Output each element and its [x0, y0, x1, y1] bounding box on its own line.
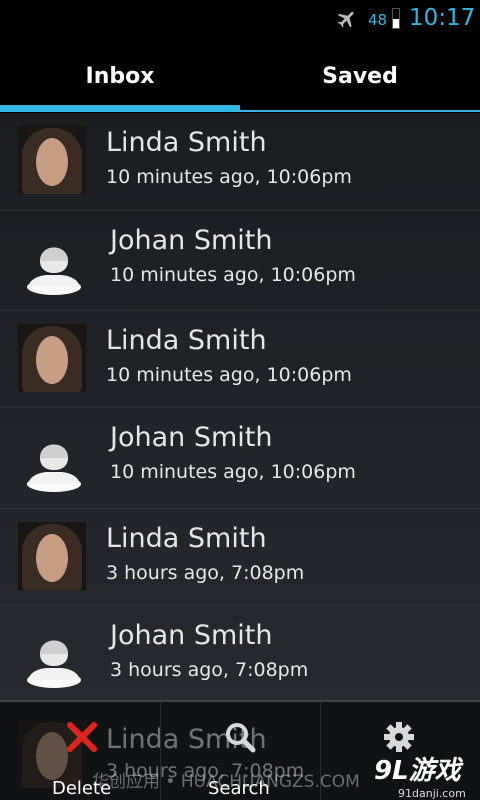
- tab-saved[interactable]: Saved: [240, 38, 480, 113]
- tab-inbox[interactable]: Inbox: [0, 38, 240, 113]
- watermark-brand-url: 91danji.com: [398, 787, 466, 800]
- list-item[interactable]: Johan Smith 10 minutes ago, 10:06pm: [0, 408, 480, 509]
- message-time: 3 hours ago, 7:08pm: [106, 562, 305, 584]
- status-bar: 48 10:17: [0, 0, 480, 38]
- contact-photo: [18, 522, 86, 590]
- default-contact-icon: [27, 444, 81, 492]
- message-time: 10 minutes ago, 10:06pm: [110, 264, 356, 286]
- default-contact-icon: [27, 247, 81, 295]
- message-time: 3 hours ago, 7:08pm: [110, 659, 309, 681]
- battery-level: 48: [368, 11, 388, 29]
- contact-name: Johan Smith: [110, 225, 273, 256]
- list-item[interactable]: Linda Smith 10 minutes ago, 10:06pm: [0, 311, 480, 408]
- contact-photo: [18, 126, 86, 194]
- list-item[interactable]: Johan Smith 3 hours ago, 7:08pm: [0, 606, 480, 700]
- message-list[interactable]: Linda Smith 10 minutes ago, 10:06pm Joha…: [0, 113, 480, 700]
- contact-photo: [18, 324, 86, 392]
- message-time: 10 minutes ago, 10:06pm: [106, 364, 352, 386]
- contact-name: Johan Smith: [110, 620, 273, 651]
- list-item[interactable]: Johan Smith 10 minutes ago, 10:06pm: [0, 211, 480, 311]
- contact-name: Linda Smith: [106, 325, 267, 356]
- delete-icon: [67, 722, 97, 752]
- list-item[interactable]: Linda Smith 10 minutes ago, 10:06pm: [0, 113, 480, 211]
- tab-selected-indicator: [0, 105, 240, 112]
- contact-name: Linda Smith: [106, 127, 267, 158]
- message-time: 10 minutes ago, 10:06pm: [110, 461, 356, 483]
- search-icon: [226, 723, 256, 753]
- default-contact-icon: [27, 640, 81, 688]
- watermark-text: 华创应用 • HUACHUANGZS.COM: [92, 772, 360, 792]
- contact-name: Linda Smith: [106, 523, 267, 554]
- list-item[interactable]: Linda Smith 3 hours ago, 7:08pm: [0, 509, 480, 606]
- settings-icon: [384, 722, 414, 752]
- watermark-logo: 9L游戏 91danji.com: [374, 750, 474, 800]
- contact-name: Johan Smith: [110, 422, 273, 453]
- message-time: 10 minutes ago, 10:06pm: [106, 166, 352, 188]
- airplane-icon: [337, 11, 354, 28]
- watermark-brand: 9L游戏: [374, 756, 461, 786]
- tab-bar: Inbox Saved: [0, 38, 480, 113]
- battery-icon: [392, 8, 400, 29]
- status-clock: 10:17: [409, 5, 476, 31]
